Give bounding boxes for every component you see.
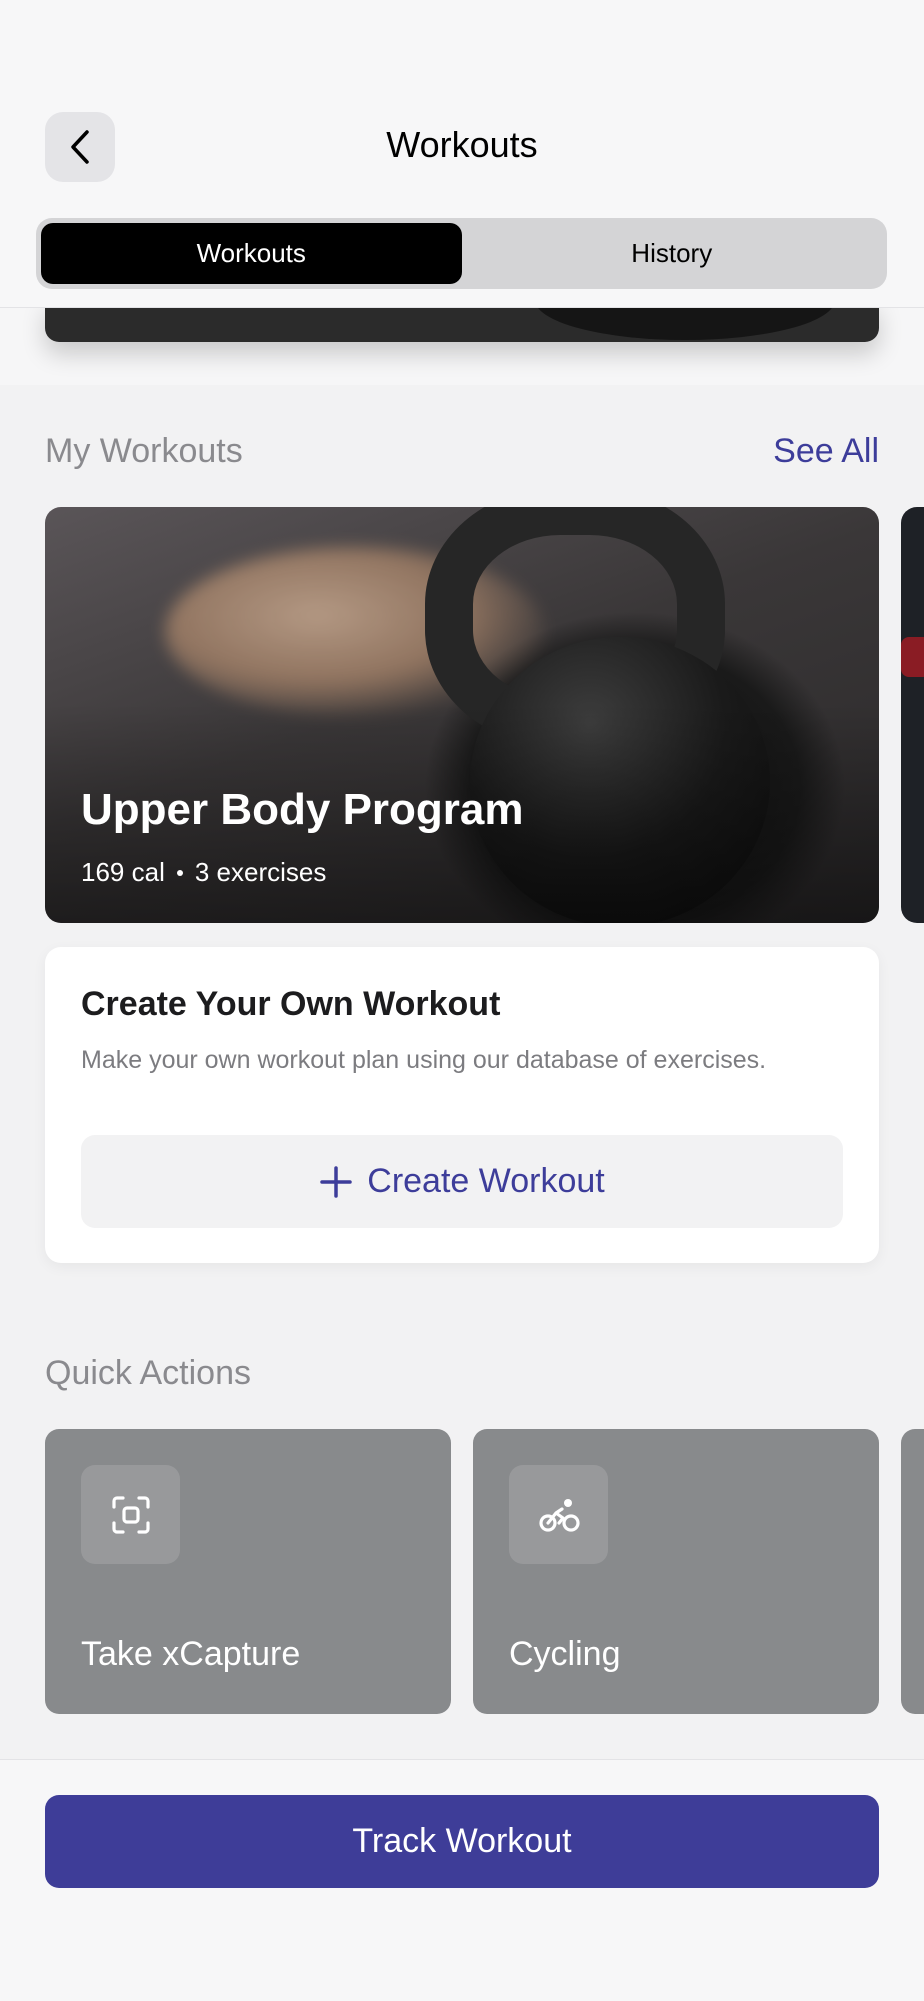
next-workout-card-peek[interactable] [901,507,924,923]
tab-history[interactable]: History [462,223,883,284]
scan-icon [81,1465,180,1564]
workout-exercise-count: 3 exercises [194,857,327,887]
see-all-link[interactable]: See All [773,432,879,471]
page-title: Workouts [386,124,538,165]
quick-actions-heading: Quick Actions [45,1354,251,1392]
quick-action-cycling[interactable]: Cycling [473,1429,879,1714]
cycling-icon [509,1465,608,1564]
bottom-action-bar: Track Workout [0,1759,924,2001]
create-workout-button-label: Create Workout [367,1162,605,1200]
create-workout-card: Create Your Own Workout Make your own wo… [45,947,879,1263]
quick-action-card-peek[interactable] [901,1429,924,1714]
quick-action-take-xcapture[interactable]: Take xCapture [45,1429,451,1714]
create-workout-description: Make your own workout plan using our dat… [81,1046,767,1074]
workout-card-upper-body[interactable]: Upper Body Program 169 cal 3 exercises [45,507,879,923]
track-workout-button[interactable]: Track Workout [45,1795,879,1888]
tab-workouts[interactable]: Workouts [41,223,462,284]
create-workout-title: Create Your Own Workout [81,985,501,1023]
segmented-control: Workouts History [36,218,887,289]
workout-meta: 169 cal 3 exercises [81,857,326,888]
create-workout-button[interactable]: Create Workout [81,1135,843,1228]
quick-action-label: Take xCapture [81,1635,301,1673]
workout-calories: 169 cal [81,857,165,887]
plus-icon [320,1165,353,1198]
workout-title: Upper Body Program [81,785,524,834]
top-navigation-bar: Workouts Workouts History [0,0,924,308]
separator-dot [176,869,183,876]
quick-action-label: Cycling [509,1635,621,1673]
my-workouts-heading: My Workouts [45,432,243,470]
